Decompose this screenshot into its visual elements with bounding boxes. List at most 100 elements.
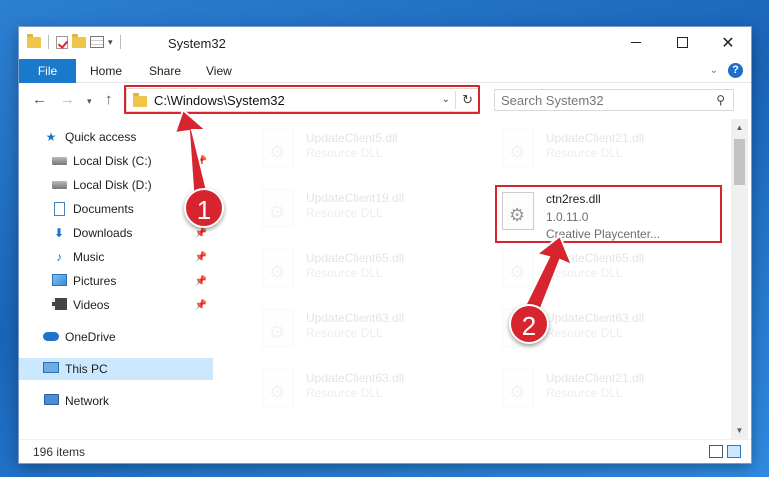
item-count: 196 items bbox=[33, 445, 86, 459]
file-name: UpdateClient21.dll bbox=[546, 131, 645, 145]
gear-icon: ⚙ bbox=[509, 382, 526, 402]
address-highlight-box bbox=[124, 85, 480, 114]
gear-icon: ⚙ bbox=[509, 142, 526, 162]
forward-arrow-icon[interactable]: → bbox=[60, 91, 75, 108]
step-1-badge: 1 bbox=[184, 188, 224, 228]
toolbar-divider bbox=[119, 35, 121, 49]
sidebar-item-label: Documents bbox=[73, 202, 134, 216]
scrollbar-thumb[interactable] bbox=[734, 139, 745, 185]
expand-ribbon-icon[interactable]: ⌄ bbox=[710, 65, 718, 76]
sidebar-item-label: Local Disk (C:) bbox=[73, 154, 152, 168]
sidebar-item-local-disk-c[interactable]: Local Disk (C:) 📌 bbox=[19, 150, 213, 172]
videos-icon bbox=[51, 298, 67, 310]
file-tile[interactable]: ⚙ UpdateClient63.dll Resource DLL bbox=[262, 367, 492, 411]
window-controls: ✕ bbox=[613, 27, 751, 58]
file-tile[interactable]: ⚙ UpdateClient63.dll Resource DLL bbox=[262, 307, 492, 351]
gear-icon: ⚙ bbox=[509, 262, 526, 282]
tab-home[interactable]: Home bbox=[90, 59, 122, 83]
document-icon bbox=[53, 202, 65, 216]
computer-icon bbox=[43, 362, 59, 373]
file-name: UpdateClient65.dll bbox=[306, 251, 405, 265]
sidebar-item-music[interactable]: ♪ Music 📌 bbox=[19, 246, 213, 268]
sidebar-item-videos[interactable]: Videos 📌 bbox=[19, 294, 213, 316]
dll-file-icon: ⚙ bbox=[262, 129, 294, 167]
sidebar-item-label: Downloads bbox=[73, 226, 133, 240]
navigation-pane: ★ Quick access Local Disk (C:) 📌 Local D… bbox=[19, 119, 214, 439]
sidebar-item-label: This PC bbox=[65, 362, 108, 376]
pictures-icon bbox=[51, 274, 67, 286]
file-description: Resource DLL bbox=[306, 326, 383, 340]
tab-view[interactable]: View bbox=[206, 59, 232, 83]
sidebar-item-label: Pictures bbox=[73, 274, 117, 288]
pin-icon: 📌 bbox=[194, 155, 207, 167]
new-folder-icon[interactable] bbox=[72, 33, 86, 48]
pin-icon: 📌 bbox=[194, 251, 207, 263]
gear-icon: ⚙ bbox=[269, 382, 286, 402]
file-list: ⚙ UpdateClient5.dll Resource DLL ⚙ Updat… bbox=[214, 119, 731, 439]
sidebar-item-network[interactable]: Network bbox=[19, 390, 213, 412]
file-name: UpdateClient63.dll bbox=[306, 311, 405, 325]
quick-access-toolbar: ▾ bbox=[27, 33, 124, 49]
pin-icon: 📌 bbox=[194, 299, 207, 311]
navigation-bar: ← → ▾ ↑ C:\Windows\System32 ⌄ ↻ Search S… bbox=[19, 84, 751, 118]
gear-icon: ⚙ bbox=[269, 262, 286, 282]
close-button[interactable]: ✕ bbox=[705, 27, 751, 58]
customize-icon[interactable] bbox=[90, 36, 104, 48]
dll-file-icon: ⚙ bbox=[262, 249, 294, 287]
minimize-button[interactable] bbox=[613, 27, 659, 58]
scroll-up-icon[interactable]: ▲ bbox=[731, 119, 748, 136]
file-name: UpdateClient63.dll bbox=[306, 371, 405, 385]
sidebar-item-pictures[interactable]: Pictures 📌 bbox=[19, 270, 213, 292]
file-description: Resource DLL bbox=[306, 206, 383, 220]
file-description: Resource DLL bbox=[546, 266, 623, 280]
scroll-down-icon[interactable]: ▼ bbox=[731, 422, 748, 439]
gear-icon: ⚙ bbox=[269, 202, 286, 222]
properties-check-icon[interactable] bbox=[56, 35, 68, 49]
sidebar-item-onedrive[interactable]: OneDrive bbox=[19, 326, 213, 348]
pin-icon: 📌 bbox=[194, 227, 207, 239]
sidebar-item-this-pc[interactable]: This PC bbox=[19, 358, 213, 380]
sidebar-item-label: Local Disk (D:) bbox=[73, 178, 152, 192]
tiles-view-icon[interactable] bbox=[727, 445, 741, 458]
network-icon bbox=[43, 394, 59, 405]
dll-file-icon: ⚙ bbox=[262, 369, 294, 407]
file-tile[interactable]: ⚙ UpdateClient65.dll Resource DLL bbox=[502, 247, 731, 291]
file-name: UpdateClient63.dll bbox=[546, 311, 645, 325]
file-tile[interactable]: ⚙ UpdateClient21.dll Resource DLL bbox=[502, 367, 731, 411]
file-description: Resource DLL bbox=[306, 266, 383, 280]
tab-file[interactable]: File bbox=[19, 59, 76, 83]
dll-file-icon: ⚙ bbox=[262, 309, 294, 347]
dll-file-icon: ⚙ bbox=[262, 189, 294, 227]
back-arrow-icon[interactable]: ← bbox=[32, 91, 47, 108]
vertical-scrollbar[interactable]: ▲ ▼ bbox=[731, 119, 748, 439]
file-tile[interactable]: ⚙ UpdateClient21.dll Resource DLL bbox=[502, 127, 731, 171]
search-placeholder: Search System32 bbox=[501, 93, 604, 108]
file-tile[interactable]: ⚙ UpdateClient65.dll Resource DLL bbox=[262, 247, 492, 291]
details-view-icon[interactable] bbox=[709, 445, 723, 458]
dll-file-icon: ⚙ bbox=[502, 369, 534, 407]
recent-chevron-down-icon[interactable]: ▾ bbox=[87, 96, 92, 107]
up-arrow-icon[interactable]: ↑ bbox=[105, 91, 113, 108]
tab-share[interactable]: Share bbox=[149, 59, 181, 83]
sidebar-item-downloads[interactable]: ⬇ Downloads 📌 bbox=[19, 222, 213, 244]
toolbar-divider bbox=[48, 35, 49, 49]
chevron-down-icon[interactable]: ▾ bbox=[108, 37, 113, 48]
music-icon: ♪ bbox=[56, 250, 62, 264]
dll-file-icon: ⚙ bbox=[502, 129, 534, 167]
sidebar-item-local-disk-d[interactable]: Local Disk (D:) 📌 bbox=[19, 174, 213, 196]
sidebar-item-label: Network bbox=[65, 394, 110, 408]
search-input[interactable]: Search System32 ⚲ bbox=[494, 89, 734, 111]
maximize-button[interactable] bbox=[659, 27, 705, 58]
cloud-icon bbox=[43, 332, 59, 341]
file-description: Resource DLL bbox=[546, 146, 623, 160]
file-tile[interactable]: ⚙ UpdateClient5.dll Resource DLL bbox=[262, 127, 492, 171]
file-tile[interactable]: ⚙ UpdateClient19.dll Resource DLL bbox=[262, 187, 492, 231]
sidebar-item-label: Quick access bbox=[65, 130, 137, 144]
file-description: Resource DLL bbox=[306, 386, 383, 400]
search-icon[interactable]: ⚲ bbox=[716, 93, 725, 107]
sidebar-item-quick-access[interactable]: ★ Quick access bbox=[19, 126, 213, 148]
step-2-badge: 2 bbox=[509, 304, 549, 344]
file-name: UpdateClient65.dll bbox=[546, 251, 645, 265]
help-icon[interactable]: ? bbox=[728, 63, 743, 78]
file-name: UpdateClient21.dll bbox=[546, 371, 645, 385]
